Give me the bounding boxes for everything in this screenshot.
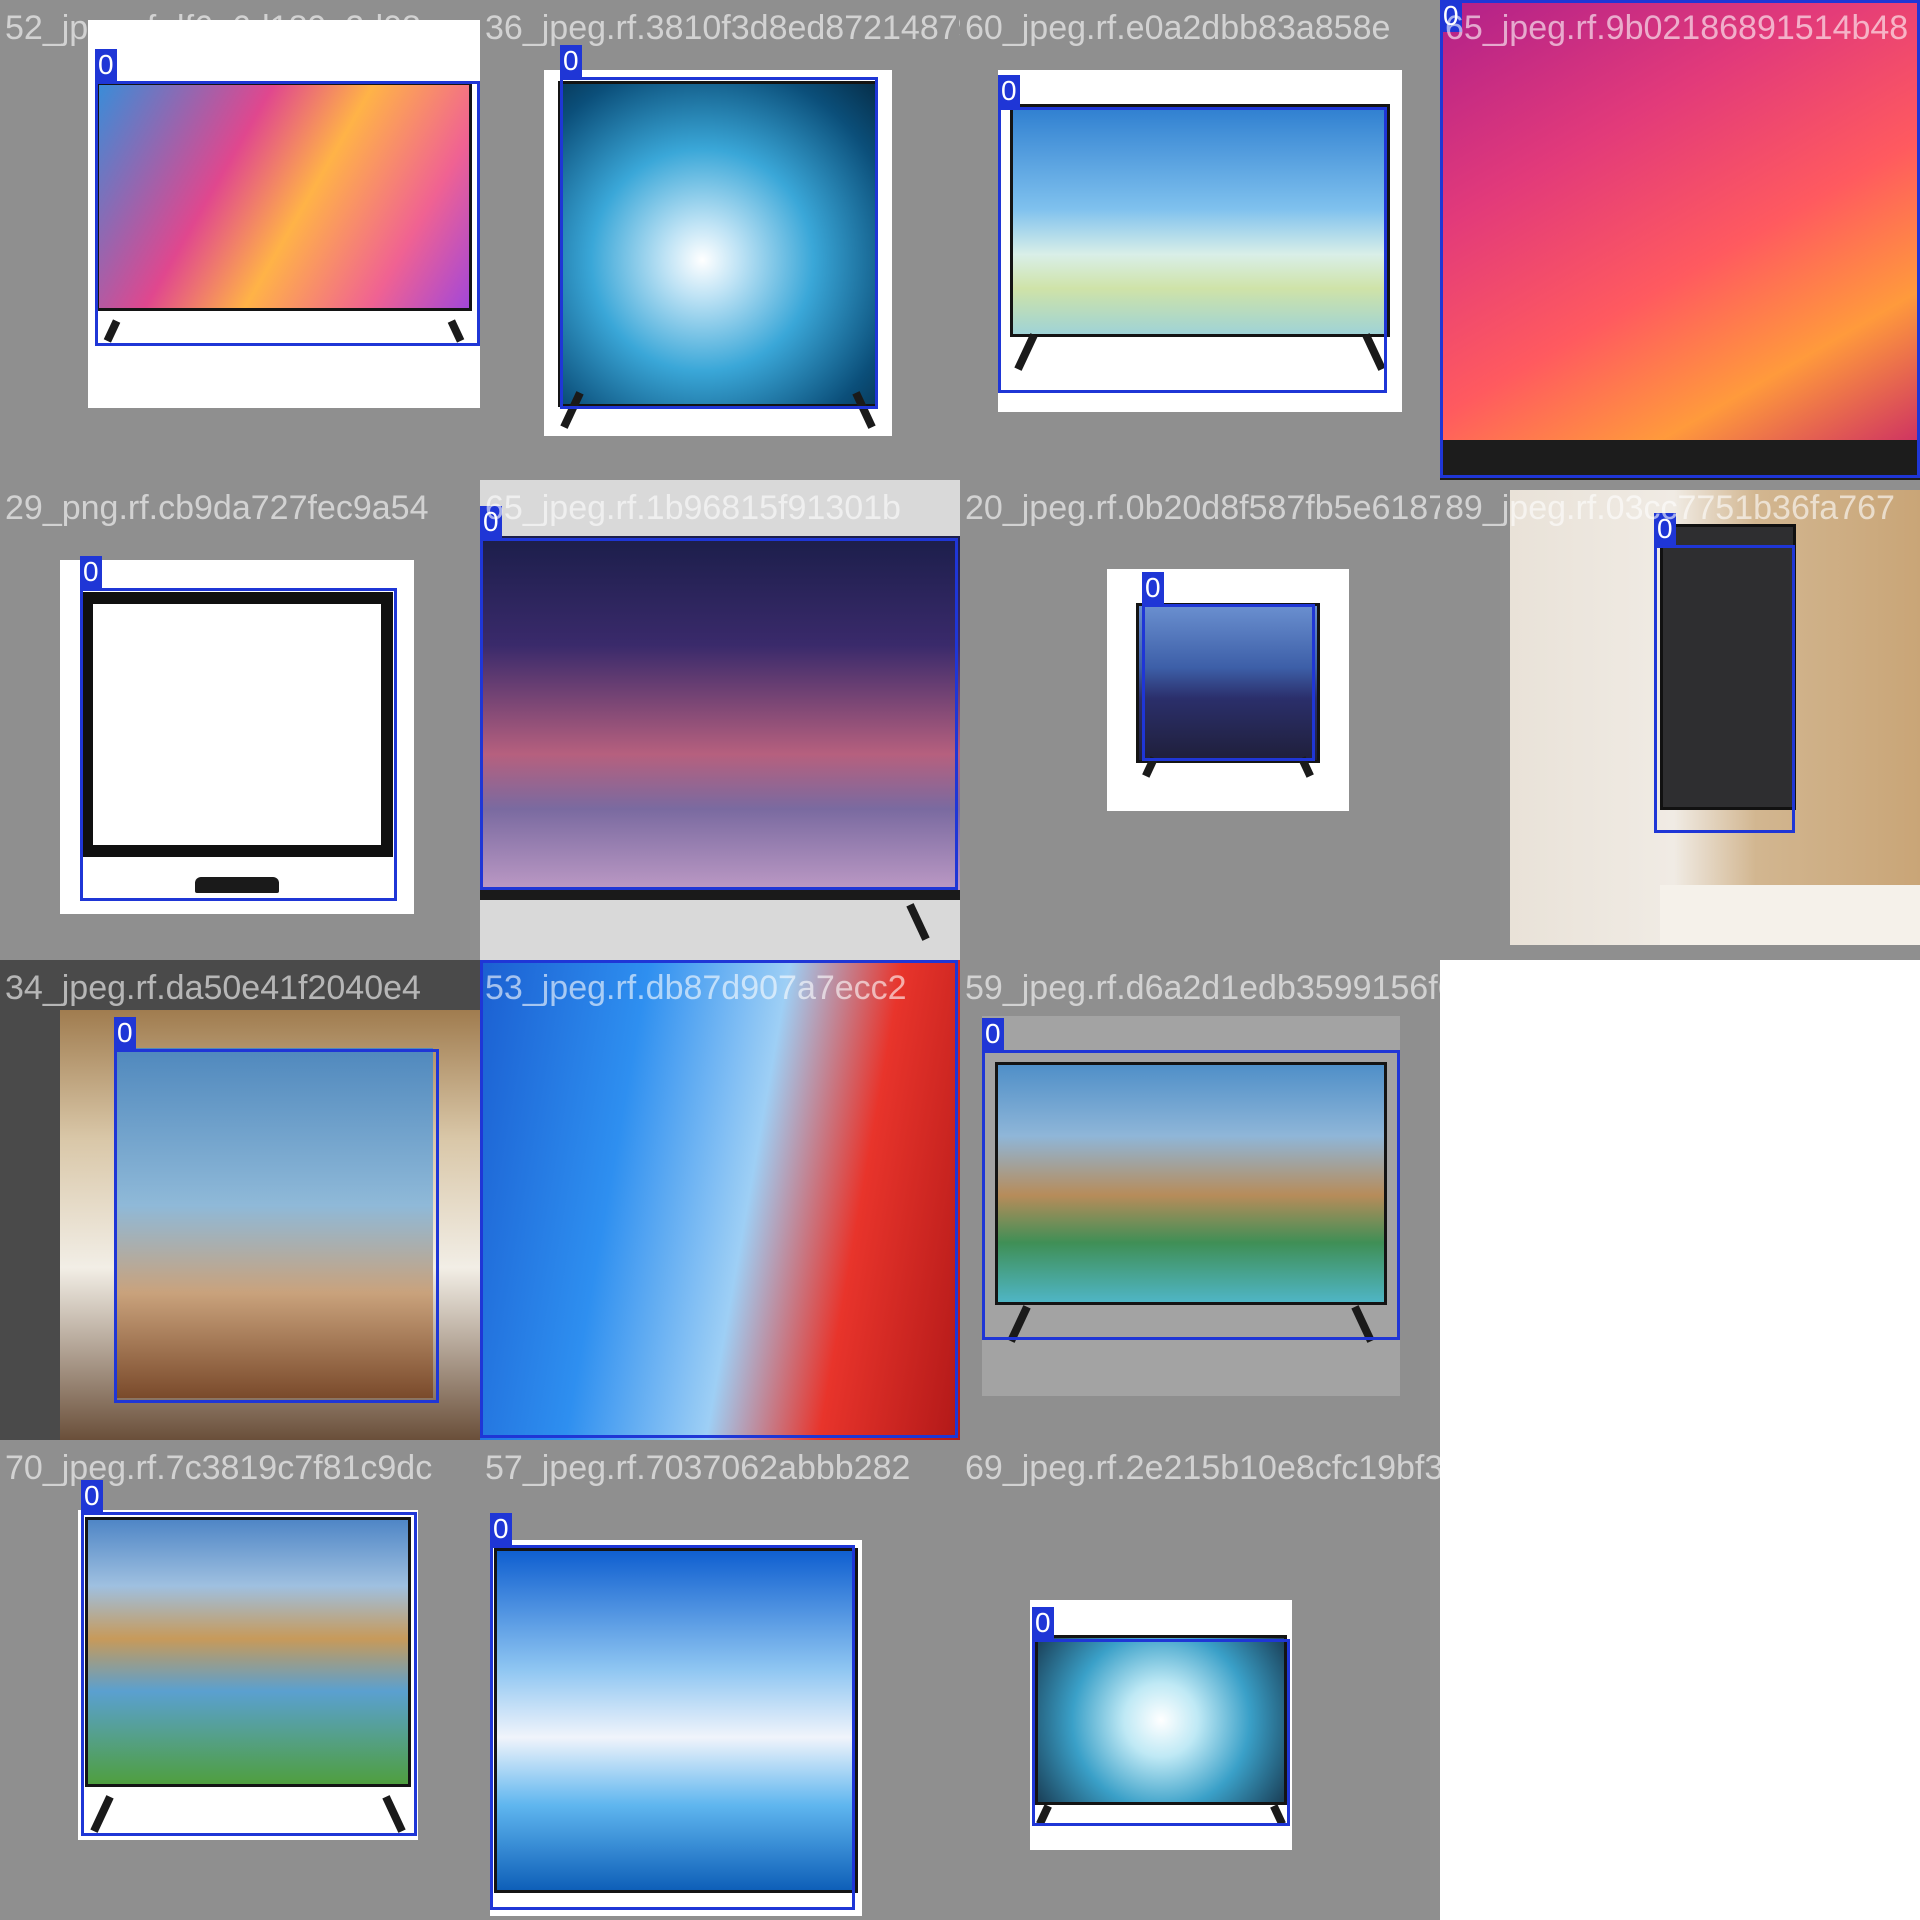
tile-4[interactable]: 0 65_jpeg.rf.9b02186891514b48 <box>1440 0 1920 480</box>
filename-label: 70_jpeg.rf.7c3819c7f81c9dc <box>5 1449 433 1487</box>
bounding-box <box>1032 1639 1290 1826</box>
filename-label: 36_jpeg.rf.3810f3d8ed872148793 <box>485 9 960 47</box>
tile-8[interactable]: 0 89_jpeg.rf.03cc7751b36fa767 <box>1440 480 1920 960</box>
tile-14[interactable]: 0 69_jpeg.rf.2e215b10e8cfc19bf3b0f73353c… <box>960 1440 1440 1920</box>
filename-label: 53_jpeg.rf.db87d907a7ecc2 <box>485 969 907 1007</box>
tile-7[interactable]: 0 20_jpeg.rf.0b20d8f587fb5e6187 <box>960 480 1440 960</box>
filename-label: 34_jpeg.rf.da50e41f2040e4 <box>5 969 421 1007</box>
filename-label: 20_jpeg.rf.0b20d8f587fb5e6187 <box>965 489 1440 527</box>
filename-label: 89_jpeg.rf.03cc7751b36fa767 <box>1445 489 1895 527</box>
bounding-box <box>480 960 958 1438</box>
bounding-box <box>1142 604 1315 761</box>
class-label: 0 <box>998 75 1020 107</box>
tile-13[interactable]: 0 57_jpeg.rf.7037062abbb282 <box>480 1440 960 1920</box>
bounding-box <box>1654 545 1795 833</box>
class-label: 0 <box>1032 1607 1054 1639</box>
tile-3[interactable]: 0 60_jpeg.rf.e0a2dbb83a858e <box>960 0 1440 480</box>
class-label: 0 <box>560 45 582 77</box>
class-label: 0 <box>95 49 117 81</box>
filename-label: 65_jpeg.rf.1b96815f91301b <box>485 489 901 527</box>
bounding-box <box>114 1049 439 1403</box>
tile-1[interactable]: 0 52_jpeg.rf.df6a6d189e2d08c <box>0 0 480 480</box>
empty-tile <box>1440 1440 1920 1920</box>
class-label: 0 <box>490 1513 512 1545</box>
tile-12[interactable]: 0 70_jpeg.rf.7c3819c7f81c9dc <box>0 1440 480 1920</box>
filename-label: 29_png.rf.cb9da727fec9a54 <box>5 489 429 527</box>
tile-6[interactable]: 0 65_jpeg.rf.1b96815f91301b <box>480 480 960 960</box>
empty-tile <box>1440 960 1920 1440</box>
bounding-box <box>998 107 1387 393</box>
bounding-box <box>80 588 397 901</box>
class-label: 0 <box>982 1018 1004 1050</box>
bounding-box <box>480 538 958 890</box>
filename-label: 65_jpeg.rf.9b02186891514b48 <box>1445 9 1909 47</box>
mosaic-grid: 0 52_jpeg.rf.df6a6d189e2d08c 0 36_jpeg.r… <box>0 0 1920 1920</box>
tile-2[interactable]: 0 36_jpeg.rf.3810f3d8ed872148793 <box>480 0 960 480</box>
bounding-box <box>95 81 480 346</box>
tile-5[interactable]: 0 29_png.rf.cb9da727fec9a54 <box>0 480 480 960</box>
filename-label: 59_jpeg.rf.d6a2d1edb3599156f6b1ad6e1ad0b… <box>965 969 1440 1007</box>
bounding-box <box>982 1050 1400 1340</box>
tile-11[interactable]: 0 59_jpeg.rf.d6a2d1edb3599156f6b1ad6e1ad… <box>960 960 1440 1440</box>
class-label: 0 <box>80 556 102 588</box>
tile-10[interactable]: 0 53_jpeg.rf.db87d907a7ecc2 <box>480 960 960 1440</box>
bounding-box <box>1440 0 1920 478</box>
filename-label: 69_jpeg.rf.2e215b10e8cfc19bf3b0f73353c29… <box>965 1449 1440 1487</box>
filename-label: 57_jpeg.rf.7037062abbb282 <box>485 1449 911 1487</box>
bounding-box <box>490 1545 855 1910</box>
bounding-box <box>560 77 878 409</box>
filename-label: 52_jpeg.rf.df6a6d189e2d08c <box>5 9 438 47</box>
class-label: 0 <box>1142 572 1164 604</box>
class-label: 0 <box>114 1017 136 1049</box>
bounding-box <box>81 1512 417 1836</box>
filename-label: 60_jpeg.rf.e0a2dbb83a858e <box>965 9 1391 47</box>
tile-9[interactable]: 0 34_jpeg.rf.da50e41f2040e4 <box>0 960 480 1440</box>
